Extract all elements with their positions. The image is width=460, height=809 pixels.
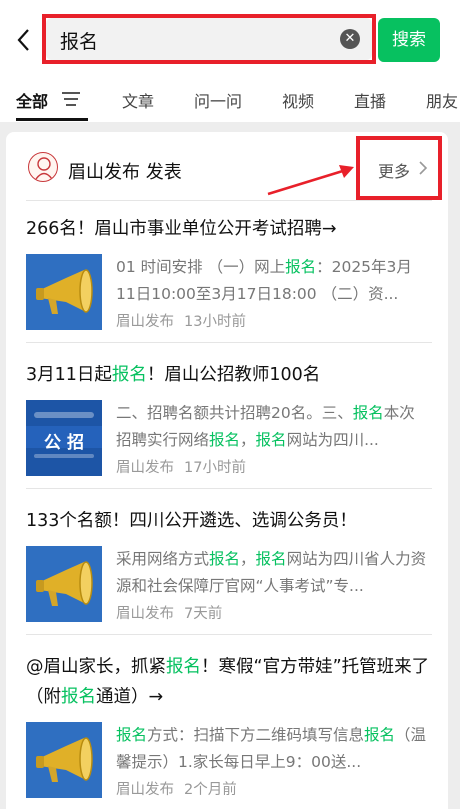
- megaphone-image: [26, 254, 102, 330]
- divider: [26, 634, 432, 635]
- article-source: 眉山发布: [116, 460, 174, 476]
- article-item[interactable]: 3月11日起报名！眉山公招教师100名 公 招 二、招聘名额共计招聘20名。三、…: [26, 360, 432, 510]
- tab-all[interactable]: 全部: [16, 88, 48, 112]
- tab-video[interactable]: 视频: [282, 88, 314, 112]
- gongzhao-image: 公 招: [26, 400, 102, 476]
- article-meta: 眉山发布 17小时前: [116, 456, 256, 477]
- divider: [26, 342, 432, 343]
- clear-icon[interactable]: ✕: [340, 29, 360, 49]
- tab-bar: 全部 文章 问一问 视频 直播 朋友: [0, 78, 460, 122]
- article-source: 眉山发布: [116, 782, 174, 798]
- article-item[interactable]: 266名！眉山市事业单位公开考试招聘→ 01 时间安排 （一）网上报名：2025…: [26, 214, 432, 364]
- article-time: 7天前: [184, 606, 223, 622]
- account-name[interactable]: 眉山发布 发表: [68, 158, 182, 184]
- search-button[interactable]: 搜索: [378, 18, 440, 62]
- chevron-right-icon[interactable]: [418, 161, 428, 175]
- divider: [26, 200, 432, 201]
- megaphone-image: [26, 546, 102, 622]
- back-arrow-icon[interactable]: [14, 26, 34, 54]
- filter-icon[interactable]: [62, 92, 80, 106]
- results-card: 眉山发布 发表 更多 266名！眉山市事业单位公开考试招聘→ 01 时间安排 （…: [6, 132, 448, 809]
- article-title: 133个名额！四川公开遴选、选调公务员！: [26, 511, 357, 531]
- megaphone-image: [26, 722, 102, 798]
- active-tab-indicator: [16, 118, 88, 121]
- top-bar: 报名 ✕ 搜索: [0, 0, 460, 78]
- tab-ask[interactable]: 问一问: [194, 88, 242, 112]
- article-snippet: 01 时间安排 （一）网上报名：2025年3月11日10:00至3月17日18:…: [116, 258, 412, 303]
- article-item[interactable]: 133个名额！四川公开遴选、选调公务员！ 采用网络方式报名，报名网站为四川省人力…: [26, 506, 432, 656]
- article-snippet: 二、招聘名额共计招聘20名。三、报名本次招聘实行网络报名，报名网站为四川...: [116, 404, 415, 449]
- article-meta: 眉山发布 13小时前: [116, 310, 256, 331]
- search-query: 报名: [60, 31, 99, 53]
- article-source: 眉山发布: [116, 314, 174, 330]
- more-button[interactable]: 更多: [378, 158, 410, 182]
- article-title: @眉山家长，抓紧报名！寒假“官方带娃”托管班来了（附报名通道）→: [26, 657, 430, 707]
- article-source: 眉山发布: [116, 606, 174, 622]
- article-item[interactable]: @眉山家长，抓紧报名！寒假“官方带娃”托管班来了（附报名通道）→ 报名方式：扫描…: [26, 652, 432, 809]
- article-time: 17小时前: [184, 460, 246, 476]
- article-snippet: 报名方式：扫描下方二维码填写信息报名（温馨提示）1.家长每日早上9：00送...: [116, 726, 427, 771]
- divider: [26, 488, 432, 489]
- tab-friends[interactable]: 朋友: [426, 88, 458, 112]
- thumb-text: 公 招: [44, 433, 84, 453]
- article-time: 13小时前: [184, 314, 246, 330]
- article-snippet: 采用网络方式报名，报名网站为四川省人力资源和社会保障厅官网“人事考试”专...: [116, 550, 427, 595]
- search-input[interactable]: 报名 ✕: [46, 18, 372, 60]
- article-title: 3月11日起报名！眉山公招教师100名: [26, 365, 321, 385]
- article-meta: 眉山发布 7天前: [116, 602, 232, 623]
- article-meta: 眉山发布 2个月前: [116, 778, 247, 799]
- article-time: 2个月前: [184, 782, 237, 798]
- tab-articles[interactable]: 文章: [122, 88, 154, 112]
- account-avatar[interactable]: [28, 152, 58, 182]
- tab-live[interactable]: 直播: [354, 88, 386, 112]
- article-title: 266名！眉山市事业单位公开考试招聘→: [26, 219, 337, 239]
